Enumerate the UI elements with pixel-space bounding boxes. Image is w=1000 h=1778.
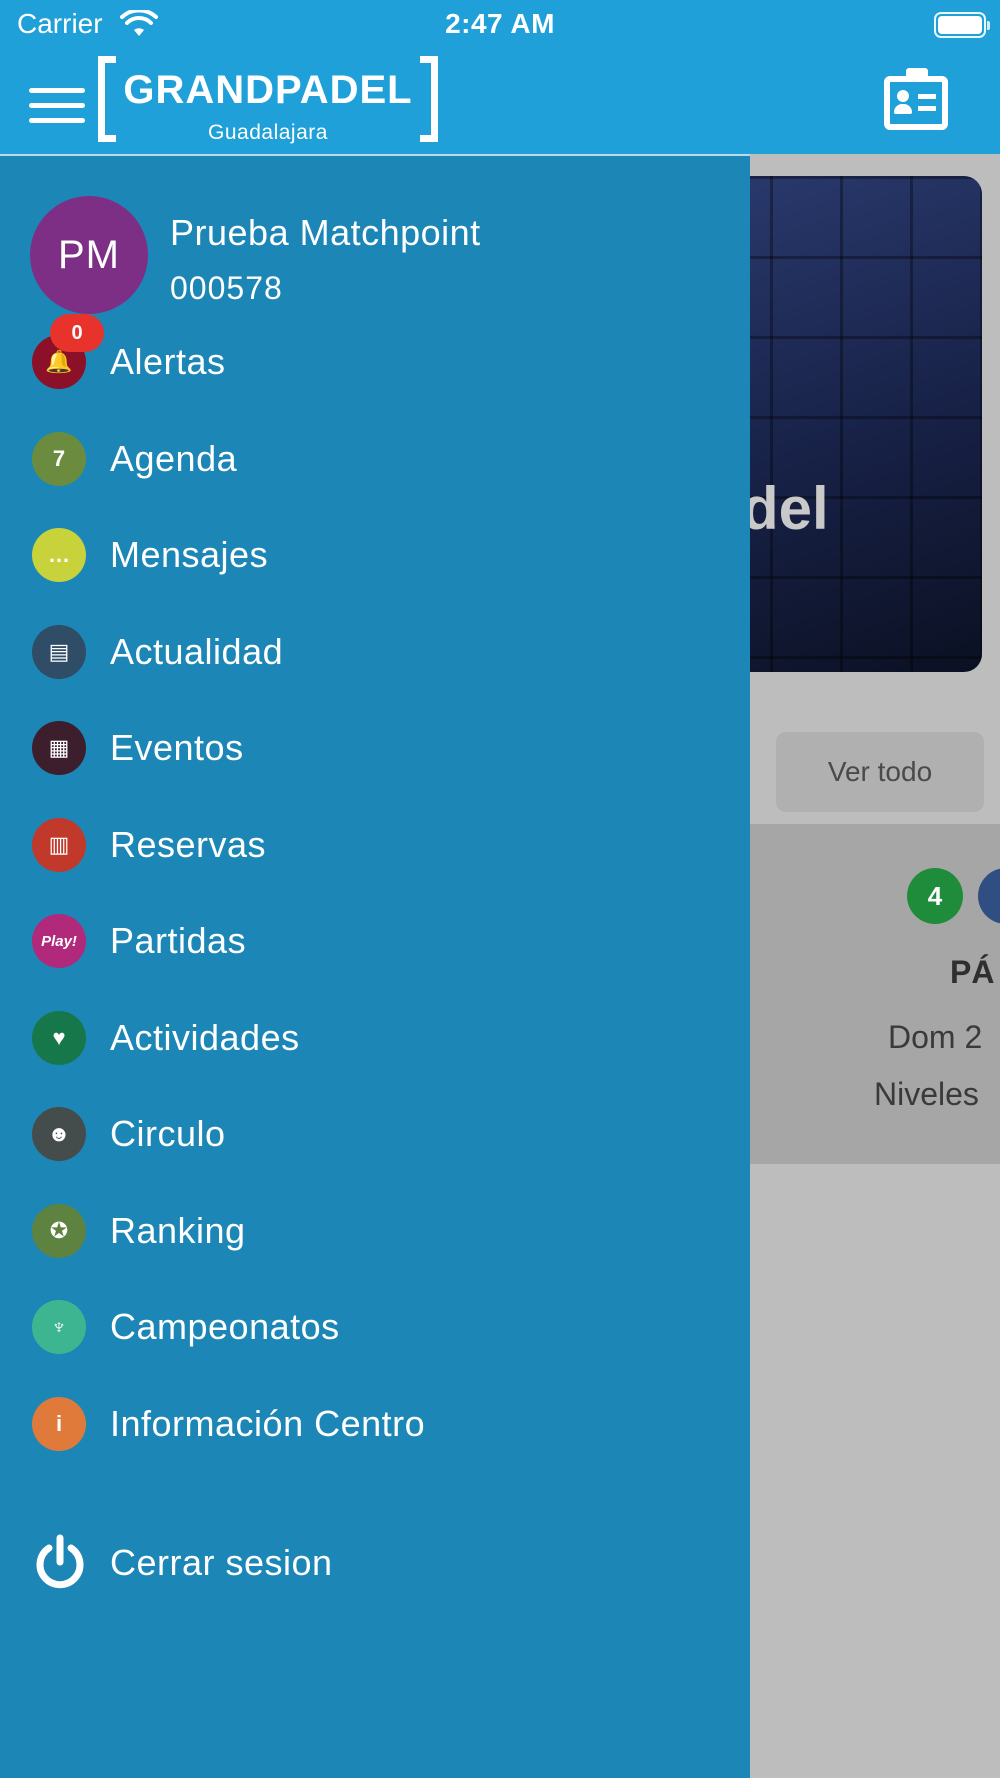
menu-item-mensajes[interactable]: … Mensajes [0,513,750,599]
menu-item-label: Reservas [110,823,267,865]
logout-label: Cerrar sesion [110,1542,333,1583]
battery-icon [934,12,990,38]
menu-item-label: Campeonatos [110,1306,340,1347]
menu-item-ranking[interactable]: ✪ Ranking [0,1189,750,1275]
menu-item-agenda[interactable]: 7 Agenda [0,417,750,503]
menu-item-label: Agenda [110,437,238,479]
menu-item-reservas[interactable]: ▥ Reservas [0,803,750,889]
status-time: 2:47 AM [445,8,555,39]
id-card-icon[interactable] [884,68,948,130]
heart-check-icon: ♥ [32,1010,86,1065]
menu-item-label: Partidas [110,920,247,961]
logo-subtitle: Guadalajara [208,121,328,144]
menu-item-informaci-n-centro[interactable]: i Información Centro [0,1382,750,1468]
menu-item-label: Circulo [110,1113,226,1154]
grandpadel-logo: GRANDPADEL Guadalajara [98,56,438,144]
see-all-button: Ver todo [776,732,984,812]
menu-item-circulo[interactable]: ☻ Circulo [0,1092,750,1178]
hamburger-menu-icon[interactable] [29,88,85,128]
logout-button[interactable]: Cerrar sesion [0,1520,750,1610]
banner-title: del [742,475,829,542]
menu-item-label: Ranking [110,1209,246,1251]
user-id: 000578 [170,270,283,306]
group-icon: ☻ [32,1107,86,1161]
app-header: Carrier 2:47 AM GRANDPADEL Guadalajara [0,0,1000,154]
alerts-count-badge: 0 [50,314,104,352]
menu-item-campeonatos[interactable]: ♆ Campeonatos [0,1285,750,1371]
court-icon: ▥ [32,817,86,872]
menu-item-alertas[interactable]: 🔔 Alertas 0 [0,314,750,406]
avatar[interactable]: PM [30,196,148,314]
menu-item-actividades[interactable]: ♥ Actividades [0,996,750,1082]
info-icon: i [32,1396,86,1451]
menu-item-label: Actividades [110,1016,300,1058]
match-card-title: PÁ [950,954,995,990]
chat-bubble-icon: … [32,528,86,582]
calendar-icon: 7 [32,431,86,486]
trophy-icon: ♆ [32,1300,86,1354]
players-count-badge: 4 [907,868,963,924]
calendar-grid-icon: ▦ [32,721,86,775]
side-menu-drawer: PM Prueba Matchpoint 000578 🔔 Alertas 0 7 Ag… [0,154,750,1778]
user-name: Prueba Matchpoint [170,212,481,253]
menu-item-actualidad[interactable]: ▤ Actualidad [0,610,750,696]
menu-item-label: Actualidad [110,630,284,672]
menu-item-label: Alertas [110,341,226,382]
power-icon [36,1534,84,1589]
match-card-level: Niveles [874,1076,979,1112]
menu-item-label: Información Centro [110,1402,426,1444]
status-bar: Carrier 2:47 AM [0,0,1000,50]
menu-item-label: Eventos [110,727,244,768]
menu-item-partidas[interactable]: Play! Partidas [0,899,750,985]
newspaper-icon: ▤ [32,624,86,679]
match-card-date: Dom 2 [888,1019,983,1055]
award-icon: ✪ [32,1203,86,1258]
logo-wordmark: GRANDPADEL [123,68,413,112]
play-icon: Play! [32,914,86,968]
menu-item-eventos[interactable]: ▦ Eventos [0,706,750,792]
menu-item-label: Mensajes [110,534,269,575]
